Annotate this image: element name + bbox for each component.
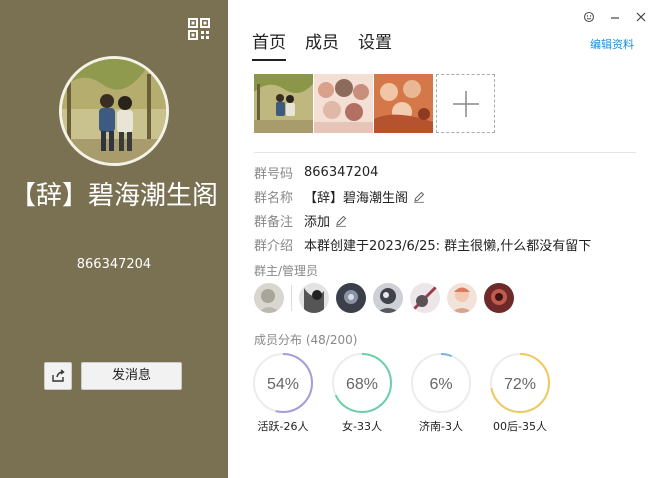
group-avatar[interactable] [59,56,169,166]
stat-item[interactable]: 68% 女-33人 [331,352,393,434]
admins-title: 群主/管理员 [254,264,319,278]
stat-item[interactable]: 54% 活跃-26人 [252,352,314,434]
add-note-link[interactable]: 添加 [304,211,330,230]
minimize-icon[interactable] [606,8,624,26]
share-button[interactable] [44,362,72,390]
group-note-label: 群备注 [254,215,294,230]
member-distribution: 54% 活跃-26人 68% 女-33人 6% 济南-3人 72% 00后-35… [252,352,551,434]
admin-avatar-list [254,283,521,313]
tab-bar: 首页 成员 设置 [252,28,392,61]
distribution-title: 成员分布 (48/200) [254,331,357,348]
group-intro-value: 本群创建于2023/6/25: 群主很懒,什么都没有留下 [304,239,592,254]
admin-avatar[interactable] [447,283,477,313]
group-intro-row: 群介绍 本群创建于2023/6/25: 群主很懒,什么都没有留下 [254,235,591,254]
group-name-title: 【辞】碧海潮生阁 [9,181,218,211]
add-photo-button[interactable] [436,74,495,133]
group-name-row: 群名称 【辞】碧海潮生阁 [254,187,425,206]
tab-settings[interactable]: 设置 [358,28,392,61]
group-name-label: 群名称 [254,191,294,206]
group-number-value: 866347204 [304,165,379,180]
group-name-value: 【辞】碧海潮生阁 [304,191,409,206]
group-profile-sidebar: 【辞】碧海潮生阁 866347204 发消息 [0,0,228,478]
distribution-title-text: 成员分布 [254,333,303,347]
divider [254,152,636,153]
group-photo-strip [254,74,495,133]
owner-avatar[interactable] [254,283,284,313]
group-number-label: 群号码 [254,167,294,182]
stat-percent: 54% [267,376,299,393]
stat-label: 活跃-26人 [257,420,309,433]
stat-label: 济南-3人 [419,420,463,433]
stat-percent: 68% [346,376,378,393]
admin-avatar[interactable] [373,283,403,313]
group-number-row: 群号码 866347204 [254,163,378,182]
stat-label: 00后-35人 [493,420,547,433]
owner-admin-separator [291,285,292,311]
stat-percent: 6% [429,376,452,393]
group-detail-panel: 首页 成员 设置 编辑资料 群号码 866347204 群名称 【辞】碧海潮生阁… [228,0,660,478]
plus-icon [452,90,479,117]
tab-home[interactable]: 首页 [252,28,286,61]
stat-percent: 72% [504,376,536,393]
feedback-smile-icon[interactable] [580,8,598,26]
admin-avatar[interactable] [410,283,440,313]
group-photo[interactable] [254,74,313,133]
group-intro-label: 群介绍 [254,239,294,254]
edit-profile-link[interactable]: 编辑资料 [590,36,634,52]
group-note-row: 群备注 添加 [254,211,347,230]
share-icon [52,369,65,382]
group-number-text: 866347204 [76,257,152,272]
group-photo[interactable] [314,74,373,133]
qr-code-icon[interactable] [188,18,210,40]
admin-avatar[interactable] [336,283,366,313]
stat-item[interactable]: 72% 00后-35人 [489,352,551,434]
edit-name-pencil-icon[interactable] [413,191,425,203]
admin-avatar[interactable] [299,283,329,313]
send-message-button[interactable]: 发消息 [81,362,182,390]
group-photo[interactable] [374,74,433,133]
admin-avatar[interactable] [484,283,514,313]
distribution-count: (48/200) [305,333,358,347]
edit-note-pencil-icon[interactable] [335,215,347,227]
close-icon[interactable] [632,8,650,26]
stat-item[interactable]: 6% 济南-3人 [410,352,472,434]
tab-members[interactable]: 成员 [305,28,339,61]
stat-label: 女-33人 [342,420,382,433]
